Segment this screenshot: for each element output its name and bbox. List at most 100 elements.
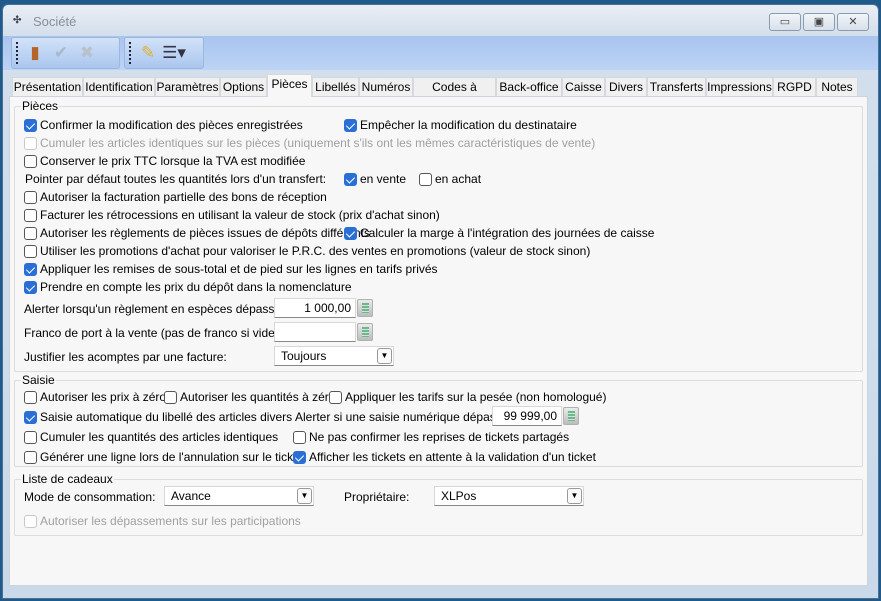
tab-codes-barres[interactable]: Codes à barres (413, 77, 496, 112)
checkbox-label: Ne pas confirmer les reprises de tickets… (309, 430, 570, 444)
franco-input[interactable] (274, 322, 356, 342)
allow-zero-price-checkbox[interactable]: Autoriser les prix à zéro (24, 389, 166, 405)
toolbar-group-2: ✎ ☰▾ (124, 37, 204, 69)
checkbox-box[interactable] (24, 262, 37, 276)
checkbox-box[interactable] (293, 450, 306, 464)
owner-select[interactable]: XLPos ▼ (434, 486, 584, 506)
alert-numeric-input[interactable]: 99 999,00 (492, 406, 562, 426)
alert-numeric-label: Alerter si une saisie numérique dépasse … (295, 410, 516, 424)
calculator-icon[interactable] (563, 407, 579, 425)
checkbox-box[interactable] (24, 118, 37, 132)
cancel-line-checkbox[interactable]: Générer une ligne lors de l'annulation s… (24, 449, 303, 465)
tab-transferts[interactable]: Transferts (647, 77, 706, 97)
tab-param-tres[interactable]: Paramètres (155, 77, 220, 97)
purchase-promotions-checkbox[interactable]: Utiliser les promotions d'achat pour val… (24, 243, 590, 259)
auto-label-checkbox[interactable]: Saisie automatique du libellé des articl… (24, 409, 292, 425)
list-menu-icon[interactable]: ☰▾ (162, 42, 186, 64)
justify-label: Justifier les acomptes par une facture: (24, 350, 227, 364)
confirm-modification-checkbox[interactable]: Confirmer la modification des pièces enr… (24, 117, 303, 133)
checkbox-label: Saisie automatique du libellé des articl… (40, 410, 293, 424)
checkbox-box[interactable] (24, 226, 37, 240)
minimize-button[interactable]: ▭ (769, 13, 801, 31)
apply-discounts-checkbox[interactable]: Appliquer les remises de sous-total et d… (24, 261, 438, 277)
checkbox-box[interactable] (24, 450, 37, 464)
brush-icon[interactable]: ✎ (138, 42, 158, 64)
different-depots-checkbox[interactable]: Autoriser les règlements de pièces issue… (24, 225, 370, 241)
owner-value: XLPos (441, 489, 477, 503)
toolbar-grip[interactable] (129, 42, 132, 64)
checkbox-label: Afficher les tickets en attente à la val… (309, 450, 596, 464)
checkbox-label: Conserver le prix TTC lorsque la TVA est… (40, 154, 306, 168)
depot-prices-checkbox[interactable]: Prendre en compte les prix du dépôt dans… (24, 279, 352, 295)
checkbox-label: Générer une ligne lors de l'annulation s… (40, 450, 304, 464)
toolbar: ▮ ✔ ✖ ✎ ☰▾ (3, 36, 878, 70)
tab-rgpd[interactable]: RGPD (773, 77, 816, 97)
tab-caisse[interactable]: Caisse (562, 77, 605, 97)
window-title: Société (33, 14, 77, 29)
chevron-down-icon[interactable]: ▼ (377, 348, 392, 364)
cancel-icon[interactable]: ✖ (77, 42, 97, 64)
tab-impressions[interactable]: Impressions (706, 77, 773, 97)
checkbox-box[interactable] (419, 172, 432, 186)
checkbox-label: Autoriser la facturation partielle des b… (40, 190, 327, 204)
allow-zero-quantity-checkbox[interactable]: Autoriser les quantités à zéro (164, 389, 335, 405)
close-button[interactable]: ✕ (837, 13, 869, 31)
checkbox-box[interactable] (24, 514, 37, 528)
chevron-down-icon[interactable]: ▼ (297, 488, 312, 504)
checkbox-box[interactable] (24, 154, 37, 168)
tab-pr-sentation[interactable]: Présentation (12, 77, 83, 97)
checkbox-box[interactable] (24, 190, 37, 204)
pending-tickets-checkbox[interactable]: Afficher les tickets en attente à la val… (293, 449, 596, 465)
checkbox-box[interactable] (293, 430, 306, 444)
tab-libell-s[interactable]: Libellés (312, 77, 359, 97)
checkbox-box[interactable] (24, 410, 37, 424)
checkbox-label: Autoriser les règlements de pièces issue… (40, 226, 370, 240)
cumulate-articles-checkbox: Cumuler les articles identiques sur les … (24, 135, 595, 151)
door-exit-icon[interactable]: ▮ (25, 42, 45, 64)
mode-select[interactable]: Avance ▼ (164, 486, 314, 506)
checkbox-box[interactable] (344, 172, 357, 186)
cumulate-quantities-checkbox[interactable]: Cumuler les quantités des articles ident… (24, 429, 278, 445)
tab-notes[interactable]: Notes (816, 77, 858, 97)
checkbox-label: Prendre en compte les prix du dépôt dans… (40, 280, 352, 294)
franco-label: Franco de port à la vente (pas de franco… (24, 326, 286, 340)
checkbox-box[interactable] (24, 136, 37, 150)
calculate-margin-checkbox[interactable]: Calculer la marge à l'intégration des jo… (344, 225, 654, 241)
weighing-prices-checkbox[interactable]: Appliquer les tarifs sur la pesée (non h… (329, 389, 606, 405)
checkbox-box[interactable] (24, 208, 37, 222)
checkbox-label: Empêcher la modification du destinataire (360, 118, 577, 132)
tab-pi-ces[interactable]: Pièces (267, 74, 312, 97)
chevron-down-icon[interactable]: ▼ (567, 488, 582, 504)
checkbox-box[interactable] (344, 226, 357, 240)
mode-value: Avance (171, 489, 211, 503)
tab-back-office[interactable]: Back-office (496, 77, 562, 97)
tab-num-ros[interactable]: Numéros (359, 77, 413, 97)
validate-check-icon[interactable]: ✔ (51, 42, 71, 64)
en-vente-checkbox[interactable]: en vente (344, 171, 406, 187)
calculator-icon[interactable] (357, 299, 373, 317)
tab-divers[interactable]: Divers (605, 77, 647, 97)
en-achat-checkbox[interactable]: en achat (419, 171, 481, 187)
shared-tickets-checkbox[interactable]: Ne pas confirmer les reprises de tickets… (293, 429, 569, 445)
checkbox-box[interactable] (344, 118, 357, 132)
retrocessions-checkbox[interactable]: Facturer les rétrocessions en utilisant … (24, 207, 440, 223)
toolbar-grip[interactable] (16, 42, 19, 64)
alert-cash-input[interactable]: 1 000,00 (274, 298, 356, 318)
checkbox-box[interactable] (24, 390, 37, 404)
checkbox-box[interactable] (24, 280, 37, 294)
tab-options[interactable]: Options (220, 77, 267, 97)
checkbox-label: Autoriser les dépassements sur les parti… (40, 514, 301, 528)
prevent-recipient-change-checkbox[interactable]: Empêcher la modification du destinataire (344, 117, 577, 133)
checkbox-label: Cumuler les articles identiques sur les … (40, 136, 596, 150)
calculator-icon[interactable] (357, 323, 373, 341)
checkbox-box[interactable] (24, 430, 37, 444)
justify-select[interactable]: Toujours ▼ (274, 346, 394, 366)
checkbox-box[interactable] (164, 390, 177, 404)
checkbox-box[interactable] (24, 244, 37, 258)
partial-invoicing-checkbox[interactable]: Autoriser la facturation partielle des b… (24, 189, 327, 205)
keep-ttc-price-checkbox[interactable]: Conserver le prix TTC lorsque la TVA est… (24, 153, 305, 169)
checkbox-box[interactable] (329, 390, 342, 404)
checkbox-label: en vente (360, 172, 407, 186)
tab-identification[interactable]: Identification (83, 77, 155, 97)
maximize-button[interactable]: ▣ (803, 13, 835, 31)
